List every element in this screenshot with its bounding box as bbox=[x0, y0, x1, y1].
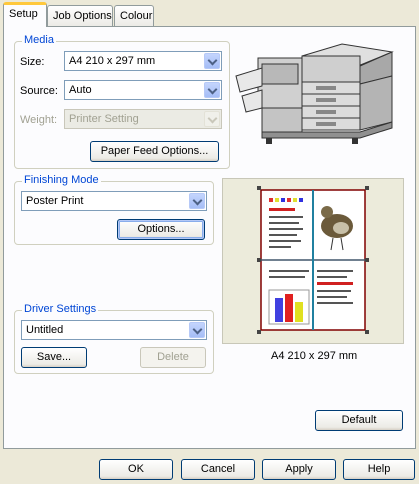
delete-settings-button: Delete bbox=[140, 347, 206, 368]
chevron-down-icon[interactable] bbox=[204, 82, 220, 98]
size-label: Size: bbox=[20, 56, 45, 68]
cancel-button[interactable]: Cancel bbox=[181, 459, 255, 480]
driver-settings-select-value: Untitled bbox=[26, 324, 64, 336]
source-label: Source: bbox=[20, 85, 58, 97]
driver-settings-select[interactable]: Untitled bbox=[21, 320, 207, 340]
paper-feed-options-button[interactable]: Paper Feed Options... bbox=[90, 141, 219, 162]
printer-illustration bbox=[235, 43, 394, 144]
default-button[interactable]: Default bbox=[315, 410, 403, 431]
save-settings-button[interactable]: Save... bbox=[21, 347, 87, 368]
poster-preview-image bbox=[257, 186, 369, 334]
finishing-mode-group-title: Finishing Mode bbox=[22, 174, 101, 186]
chevron-down-icon[interactable] bbox=[189, 322, 205, 338]
driver-settings-group-title: Driver Settings bbox=[22, 303, 99, 315]
apply-button[interactable]: Apply bbox=[262, 459, 336, 480]
tab-job-options[interactable]: Job Options bbox=[47, 5, 113, 26]
source-select-value: Auto bbox=[69, 84, 92, 96]
chevron-down-icon[interactable] bbox=[189, 193, 205, 209]
preview-caption: A4 210 x 297 mm bbox=[271, 350, 358, 362]
tab-setup[interactable]: Setup bbox=[3, 2, 47, 27]
chevron-down-icon bbox=[204, 111, 220, 127]
ok-button[interactable]: OK bbox=[99, 459, 173, 480]
weight-label: Weight: bbox=[20, 114, 58, 126]
weight-select: Printer Setting bbox=[64, 109, 222, 129]
finishing-mode-select-value: Poster Print bbox=[26, 195, 84, 207]
chevron-down-icon[interactable] bbox=[204, 53, 220, 69]
weight-select-value: Printer Setting bbox=[69, 113, 139, 125]
finishing-mode-select[interactable]: Poster Print bbox=[21, 191, 207, 211]
size-select-value: A4 210 x 297 mm bbox=[69, 55, 156, 67]
source-select[interactable]: Auto bbox=[64, 80, 222, 100]
help-button[interactable]: Help bbox=[343, 459, 415, 480]
media-group-title: Media bbox=[22, 34, 56, 46]
tab-colour[interactable]: Colour bbox=[114, 5, 154, 26]
finishing-options-button[interactable]: Options... bbox=[117, 219, 205, 240]
size-select[interactable]: A4 210 x 297 mm bbox=[64, 51, 222, 71]
